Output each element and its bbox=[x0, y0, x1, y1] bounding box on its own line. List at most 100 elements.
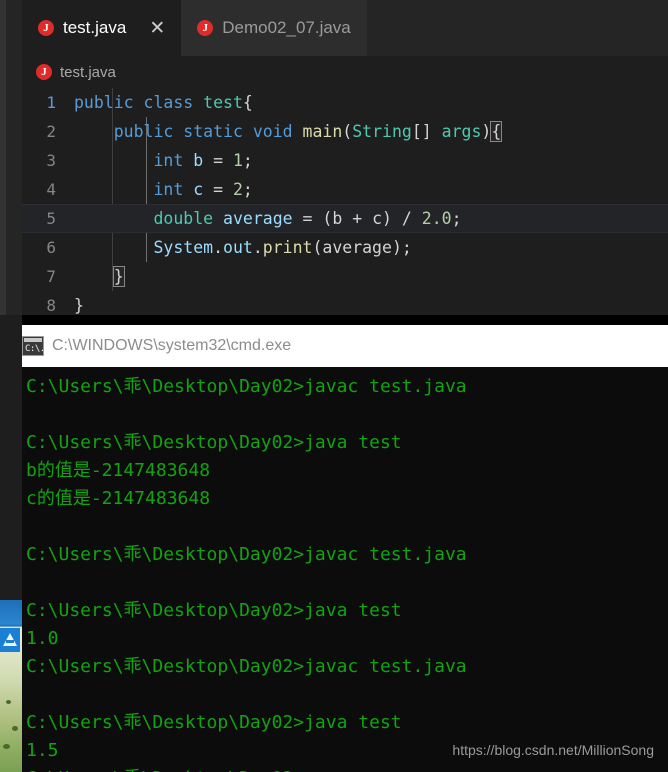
code-token: ) bbox=[481, 122, 492, 141]
code-line[interactable]: 4 int c = 2; bbox=[22, 175, 668, 204]
bracket-match: } bbox=[112, 266, 125, 287]
line-number: 2 bbox=[46, 122, 56, 141]
code-token: b bbox=[193, 151, 204, 170]
code-token: ) / bbox=[382, 209, 422, 228]
code-token: print bbox=[262, 238, 313, 257]
code-token: ( bbox=[312, 238, 323, 257]
code-token: ; bbox=[451, 209, 462, 228]
code-line[interactable]: 2 public static void main(String[] args)… bbox=[22, 117, 668, 146]
code-token: ); bbox=[391, 238, 412, 257]
console-line: C:\Users\乖\Desktop\Day02>java test bbox=[26, 712, 402, 733]
console-line: C:\Users\乖\Desktop\Day02>java test bbox=[26, 600, 402, 621]
console-line: C:\Users\乖\Desktop\Day02>javac test.java bbox=[26, 656, 467, 677]
code-token: c bbox=[193, 180, 204, 199]
code-token: average bbox=[223, 209, 293, 228]
code-token: System bbox=[153, 238, 214, 257]
java-file-icon: J bbox=[36, 64, 52, 80]
code-token: [] bbox=[411, 122, 442, 141]
code-token: c bbox=[372, 209, 383, 228]
code-token: static bbox=[183, 122, 243, 141]
code-line[interactable]: 3 int b = 1; bbox=[22, 146, 668, 175]
code-token: 1 bbox=[232, 151, 243, 170]
code-line-text: System.out.print(average); bbox=[74, 238, 412, 257]
console-line: C:\Users\乖\Desktop\Day02>java test bbox=[26, 432, 402, 453]
code-token: . bbox=[213, 238, 224, 257]
line-number: 4 bbox=[46, 180, 56, 199]
code-token: int bbox=[153, 180, 184, 199]
code-line[interactable]: 6 System.out.print(average); bbox=[22, 233, 668, 262]
code-token: main bbox=[302, 122, 343, 141]
code-token: } bbox=[74, 296, 84, 315]
code-token: = bbox=[203, 180, 233, 199]
code-token: average bbox=[322, 238, 392, 257]
java-file-icon: J bbox=[38, 20, 54, 36]
wallpaper-speck bbox=[12, 726, 18, 731]
line-number: 1 bbox=[46, 93, 56, 112]
code-token: int bbox=[153, 151, 184, 170]
code-token: ; bbox=[242, 180, 253, 199]
code-token: double bbox=[153, 209, 214, 228]
console-line: C:\Users\乖\Desktop\Day02>javac test.java bbox=[26, 544, 467, 565]
code-token: void bbox=[252, 122, 293, 141]
code-line[interactable]: 7 } bbox=[22, 262, 668, 291]
breadcrumb-label: test.java bbox=[60, 63, 116, 81]
code-line-text: public static void main(String[] args){ bbox=[74, 121, 503, 142]
code-token: { bbox=[242, 93, 253, 112]
code-line[interactable]: 5 double average = (b + c) / 2.0; bbox=[22, 204, 668, 233]
code-line-text: int c = 2; bbox=[74, 180, 253, 199]
close-icon[interactable]: ✕ bbox=[149, 19, 165, 38]
code-token: b bbox=[332, 209, 343, 228]
code-token: class bbox=[143, 93, 194, 112]
editor-tab-0[interactable]: Jtest.java ✕ bbox=[22, 0, 182, 56]
wallpaper-speck bbox=[3, 744, 10, 749]
code-token: public bbox=[113, 122, 174, 141]
code-line[interactable]: 1 public class test{ bbox=[22, 88, 668, 117]
console-line: 1.0 bbox=[26, 628, 59, 649]
breadcrumb[interactable]: J test.java bbox=[22, 56, 668, 88]
code-line-text: double average = (b + c) / 2.0; bbox=[74, 209, 462, 228]
code-token: ( bbox=[342, 122, 353, 141]
code-line-text: public class test{ bbox=[74, 93, 253, 112]
console-output[interactable]: C:\Users\乖\Desktop\Day02>javac test.java… bbox=[22, 367, 668, 772]
wallpaper-speck bbox=[6, 700, 11, 704]
code-content[interactable]: 1 public class test{ 2 public static void … bbox=[22, 88, 668, 315]
line-number: 8 bbox=[46, 296, 56, 315]
code-token: 2 bbox=[232, 180, 243, 199]
line-number: 7 bbox=[46, 267, 56, 286]
editor-tab-label: Demo02_07.java bbox=[222, 18, 351, 37]
desktop-app-icon[interactable] bbox=[0, 628, 20, 652]
java-file-icon: J bbox=[197, 20, 214, 36]
editor-tab-1[interactable]: J Demo02_07.java bbox=[181, 0, 367, 56]
console-line: C:\Users\乖\Desktop\Day02>javac test.java bbox=[26, 376, 467, 397]
editor-tab-label: test.java bbox=[63, 18, 127, 37]
code-token: . bbox=[252, 238, 263, 257]
console-line: b的值是-2147483648 bbox=[26, 460, 211, 481]
code-token: 2.0 bbox=[421, 209, 452, 228]
code-token: = ( bbox=[292, 209, 333, 228]
code-token: = bbox=[203, 151, 233, 170]
cmd-icon-label: C:\. bbox=[25, 344, 45, 354]
code-line[interactable]: 8} bbox=[22, 291, 668, 315]
line-number: 3 bbox=[46, 151, 56, 170]
code-token: args bbox=[441, 122, 482, 141]
bracket-match: { bbox=[490, 121, 503, 142]
console-line: c的值是-2147483648 bbox=[26, 488, 211, 509]
code-token: ; bbox=[242, 151, 253, 170]
code-token: + bbox=[342, 209, 373, 228]
console-title-bar[interactable]: C:\. C:\WINDOWS\system32\cmd.exe bbox=[22, 325, 668, 367]
